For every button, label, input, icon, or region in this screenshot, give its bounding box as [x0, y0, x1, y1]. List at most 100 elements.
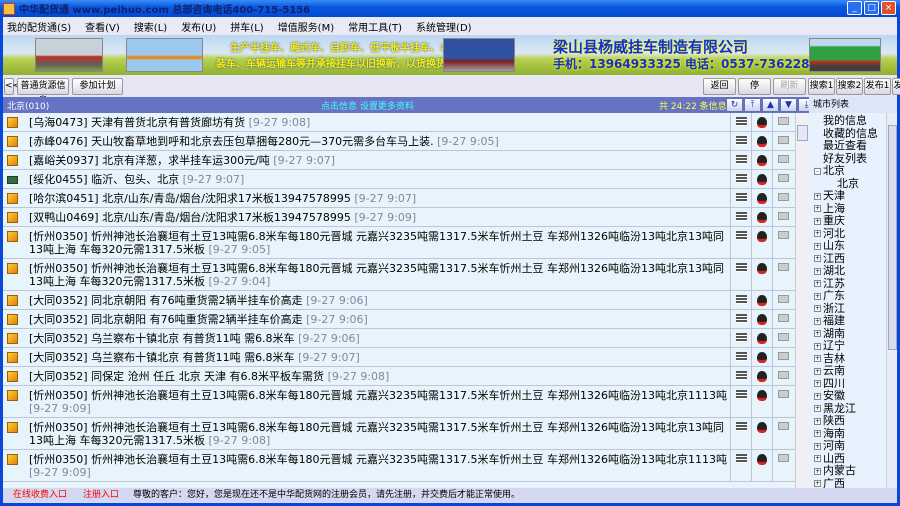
tree-item[interactable]: + 海南 — [808, 427, 886, 441]
qq-icon[interactable] — [757, 314, 767, 325]
expand-icon[interactable]: + — [814, 342, 821, 350]
expand-icon[interactable]: + — [814, 267, 821, 275]
tree-item[interactable]: + 湖南 — [808, 327, 886, 341]
list-scrollbar[interactable] — [795, 113, 808, 488]
tree-item[interactable]: + 山东 — [808, 239, 886, 253]
chat-icon[interactable] — [735, 390, 747, 399]
toolbar-button[interactable]: 停 — [738, 78, 771, 95]
qq-icon[interactable] — [757, 454, 767, 465]
qq-icon[interactable] — [757, 390, 767, 401]
current-location[interactable]: 北京(010) — [7, 99, 49, 112]
chat-icon[interactable] — [735, 333, 747, 342]
qq-icon[interactable] — [757, 371, 767, 382]
tree-item[interactable]: 好友列表 — [808, 152, 886, 166]
toolbar-button[interactable]: 刷新 — [773, 78, 806, 95]
expand-icon[interactable]: + — [814, 367, 821, 375]
tree-item[interactable]: + 天津 — [808, 189, 886, 203]
tree-item[interactable]: + 福建 — [808, 314, 886, 328]
message-cell[interactable]: [绥化0455] 临沂、包头、北京 [9-27 9:07] — [3, 170, 730, 188]
scrollbar-thumb[interactable] — [797, 125, 808, 141]
sms-icon[interactable] — [777, 117, 789, 125]
sms-icon[interactable] — [777, 371, 789, 379]
next-icon[interactable]: ▼ — [780, 98, 797, 112]
expand-icon[interactable]: + — [814, 417, 821, 425]
sms-icon[interactable] — [777, 263, 789, 271]
expand-icon[interactable]: + — [814, 292, 821, 300]
list-item[interactable]: [大同0352] 同北京朝阳 有76吨重货需2辆半挂车价高走 [9-27 9:0… — [3, 310, 795, 329]
refresh-icon[interactable]: ↻ — [726, 98, 743, 112]
tree-item[interactable]: 我的信息 — [808, 114, 886, 128]
expand-icon[interactable]: + — [814, 392, 821, 400]
expand-icon[interactable]: + — [814, 467, 821, 475]
chat-icon[interactable] — [735, 295, 747, 304]
message-cell[interactable]: [忻州0350] 忻州神池长治襄垣有土豆13吨需6.8米车每180元晋城 元嘉兴… — [3, 450, 730, 481]
toolbar-button[interactable]: 搜索1 — [808, 78, 835, 95]
list-item[interactable]: [赤峰0476] 天山牧畜草地到呼和北京去压包草捆每280元—370元需多台车马… — [3, 132, 795, 151]
tree-scrollbar[interactable] — [886, 113, 897, 488]
qq-icon[interactable] — [757, 231, 767, 242]
message-cell[interactable]: [嘉峪关0937] 北京有洋葱，求半挂车运300元/吨 [9-27 9:07] — [3, 151, 730, 169]
message-cell[interactable]: [忻州0350] 忻州神池长治襄垣有土豆13吨需6.8米车每180元晋城 元嘉兴… — [3, 386, 730, 417]
menu-item[interactable]: 增值服务(M) — [278, 19, 334, 34]
tree-item[interactable]: + 重庆 — [808, 214, 886, 228]
menu-item[interactable]: 搜索(L) — [134, 19, 167, 34]
list-item[interactable]: [双鸭山0469] 北京/山东/青岛/烟台/沈阳求17米板13947578995… — [3, 208, 795, 227]
message-cell[interactable]: [双鸭山0469] 北京/山东/青岛/烟台/沈阳求17米板13947578995… — [3, 208, 730, 226]
scrollbar-thumb[interactable] — [888, 125, 897, 350]
expand-icon[interactable]: + — [814, 380, 821, 388]
ad-banner[interactable]: 生产半挂车、厢式车、自卸车、低平板半挂车、水泥散 装车、车辆运输车等并承接挂车以… — [3, 35, 897, 75]
more-info-link[interactable]: 点击信息 设置更多资料 — [321, 99, 414, 112]
expand-icon[interactable]: + — [814, 230, 821, 238]
menu-item[interactable]: 我的配货通(S) — [7, 19, 71, 34]
toolbar-button[interactable]: 发布2 — [892, 78, 900, 95]
tree-item[interactable]: + 安徽 — [808, 389, 886, 403]
chat-icon[interactable] — [735, 422, 747, 431]
list-item[interactable]: [忻州0350] 忻州神池长治襄垣有土豆13吨需6.8米车每180元晋城 元嘉兴… — [3, 450, 795, 482]
message-cell[interactable]: [忻州0350] 忻州神池长治襄垣有土豆13吨需6.8米车每180元晋城 元嘉兴… — [3, 418, 730, 449]
expand-icon[interactable]: + — [814, 192, 821, 200]
list-item[interactable]: [忻州0350] 忻州神池长治襄垣有土豆13吨需6.8米车每180元晋城 元嘉兴… — [3, 386, 795, 418]
tree-item[interactable]: 最近查看 — [808, 139, 886, 153]
collapse-icon[interactable]: - — [814, 167, 821, 175]
tree-item[interactable]: + 江西 — [808, 252, 886, 266]
list-item[interactable]: [大同0352] 同北京朝阳 有76吨重货需2辆半挂车价高走 [9-27 9:0… — [3, 291, 795, 310]
tree-item[interactable]: + 上海 — [808, 202, 886, 216]
menu-item[interactable]: 发布(U) — [181, 19, 216, 34]
tree-item[interactable]: + 云南 — [808, 364, 886, 378]
chat-icon[interactable] — [735, 454, 747, 463]
tree-item[interactable]: + 辽宁 — [808, 339, 886, 353]
list-item[interactable]: [忻州0350] 忻州神池长治襄垣有土豆13吨需6.8米车每180元晋城 元嘉兴… — [3, 227, 795, 259]
qq-icon[interactable] — [757, 136, 767, 147]
menu-item[interactable]: 查看(V) — [85, 19, 120, 34]
tree-item[interactable]: + 内蒙古 — [808, 464, 886, 478]
message-cell[interactable]: [忻州0350] 忻州神池长治襄垣有土豆13吨需6.8米车每180元晋城 元嘉兴… — [3, 259, 730, 290]
expand-icon[interactable]: + — [814, 355, 821, 363]
tree-item[interactable]: + 四川 — [808, 377, 886, 391]
expand-icon[interactable]: + — [814, 480, 821, 488]
common-cargo-button[interactable]: 普通货源信息 — [17, 78, 69, 106]
expand-icon[interactable]: + — [814, 205, 821, 213]
list-item[interactable]: [忻州0350] 忻州神池长治襄垣有土豆13吨需6.8米车每180元晋城 元嘉兴… — [3, 418, 795, 450]
message-cell[interactable]: [赤峰0476] 天山牧畜草地到呼和北京去压包草捆每280元—370元需多台车马… — [3, 132, 730, 150]
expand-icon[interactable]: + — [814, 442, 821, 450]
minimize-button[interactable]: _ — [847, 1, 862, 15]
tree-item[interactable]: + 广西 — [808, 477, 886, 488]
chat-icon[interactable] — [735, 263, 747, 272]
chat-icon[interactable] — [735, 212, 747, 221]
expand-icon[interactable]: + — [814, 430, 821, 438]
sms-icon[interactable] — [777, 333, 789, 341]
list-item[interactable]: [大同0352] 同保定 沧州 任丘 北京 天津 有6.8米平板车需货 [9-2… — [3, 367, 795, 386]
chat-icon[interactable] — [735, 117, 747, 126]
qq-icon[interactable] — [757, 295, 767, 306]
qq-icon[interactable] — [757, 193, 767, 204]
previous-icon[interactable]: ▲ — [762, 98, 779, 112]
sms-icon[interactable] — [777, 212, 789, 220]
tree-item[interactable]: + 陕西 — [808, 414, 886, 428]
first-page-icon[interactable]: ⤒ — [744, 98, 761, 112]
tree-item[interactable]: + 河北 — [808, 227, 886, 241]
chat-icon[interactable] — [735, 193, 747, 202]
list-item[interactable]: [大同0352] 乌兰察布十镇北京 有普货11吨 需6.8米车 [9-27 9:… — [3, 348, 795, 367]
sms-icon[interactable] — [777, 314, 789, 322]
expand-icon[interactable]: + — [814, 405, 821, 413]
chat-icon[interactable] — [735, 352, 747, 361]
